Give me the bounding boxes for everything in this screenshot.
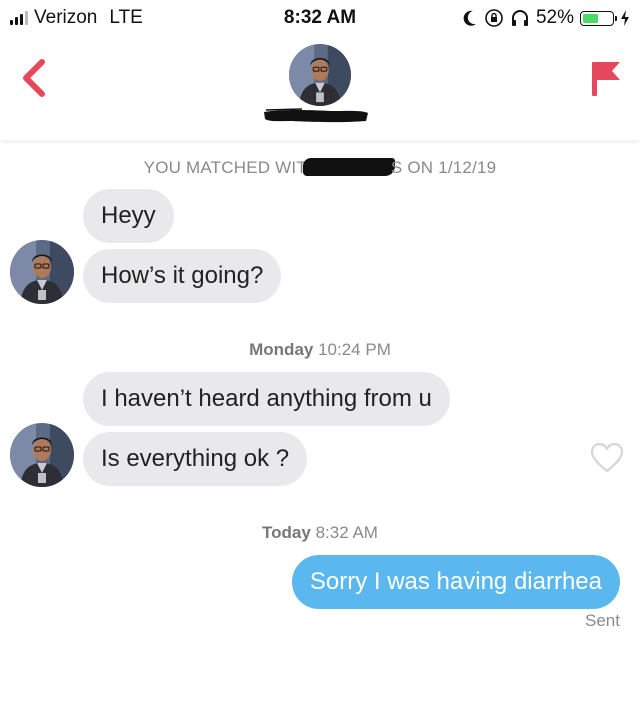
match-notice: YOU MATCHED WIT S ON 1/12/19 (0, 158, 640, 178)
timestamp-divider: Today 8:32 AM (0, 523, 640, 543)
redacted-match-name (302, 158, 395, 176)
timestamp-day: Monday (249, 340, 314, 359)
message-text: Is everything ok ? (101, 445, 290, 472)
status-bar: Verizon LTE 8:32 AM 52% (0, 0, 640, 36)
charging-icon (621, 10, 629, 26)
headphones-icon (511, 10, 528, 26)
profile-photo (289, 44, 351, 106)
timestamp-divider: Monday 10:24 PM (0, 340, 640, 360)
message-text: How’s it going? (101, 262, 264, 289)
message-status: Sent (585, 611, 620, 630)
sender-avatar[interactable] (10, 240, 74, 304)
orientation-lock-icon (485, 9, 503, 27)
battery-icon (580, 10, 617, 26)
message-bubble[interactable]: Is everything ok ? (83, 432, 308, 486)
chat-screen: Verizon LTE 8:32 AM 52% YOU MATCHED WIT … (0, 0, 640, 701)
status-right: 52% (462, 7, 630, 29)
profile-photo (10, 240, 74, 304)
message-text: Sorry I was having diarrhea (309, 568, 602, 595)
chat-header (0, 36, 640, 140)
moon-icon (463, 10, 476, 26)
report-button[interactable] (588, 56, 624, 100)
timestamp-time: 10:24 PM (318, 340, 391, 359)
message-bubble[interactable]: Heyy (83, 189, 174, 243)
flag-icon (592, 62, 620, 96)
match-avatar[interactable] (289, 44, 351, 106)
match-notice-prefix: YOU MATCHED WIT (143, 158, 307, 177)
message-bubble[interactable]: How’s it going? (83, 249, 282, 303)
match-notice-suffix: S ON 1/12/19 (390, 158, 497, 177)
message-text: I haven’t heard anything from u (101, 385, 432, 412)
back-button[interactable] (14, 56, 54, 100)
battery-percent: 52% (535, 7, 574, 28)
message-bubble[interactable]: I haven’t heard anything from u (83, 372, 450, 426)
message-text: Heyy (101, 202, 156, 229)
sender-avatar[interactable] (10, 423, 74, 487)
timestamp-day: Today (262, 523, 311, 542)
heart-icon (590, 442, 624, 473)
timestamp-time: 8:32 AM (315, 523, 378, 542)
outgoing-message-bubble[interactable]: Sorry I was having diarrhea (291, 555, 620, 609)
profile-photo (10, 423, 74, 487)
redacted-name (264, 108, 368, 123)
like-button[interactable] (590, 442, 624, 474)
chevron-left-icon (23, 59, 45, 97)
